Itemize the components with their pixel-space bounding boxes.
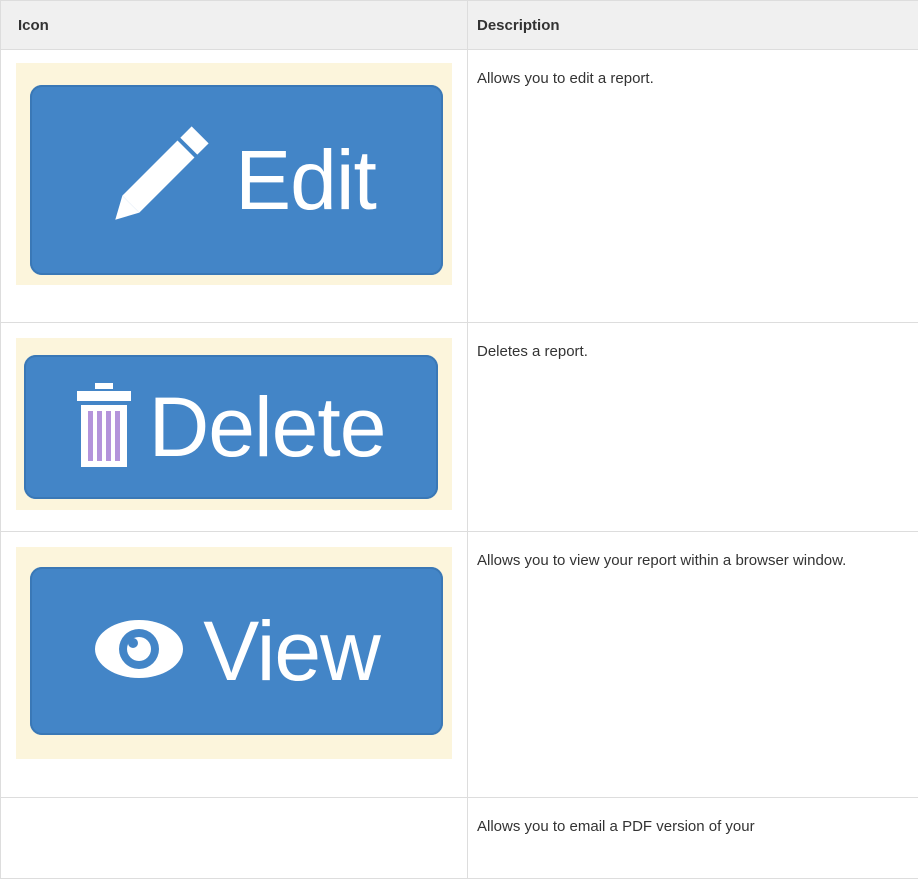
table-row: Allows you to email a PDF version of you… — [1, 798, 918, 879]
icon-image-frame: Delete — [16, 338, 452, 510]
eye-icon — [93, 618, 185, 685]
icon-cell: View — [1, 532, 468, 798]
delete-button-label: Delete — [149, 385, 386, 469]
description-cell: Allows you to email a PDF version of you… — [468, 798, 918, 879]
description-cell: Allows you to edit a report. — [468, 50, 918, 323]
description-cell: Deletes a report. — [468, 323, 918, 532]
icon-cell: Edit — [1, 50, 468, 323]
icon-description-table: Icon Description — [0, 0, 918, 879]
trash-icon — [77, 383, 131, 472]
icon-cell: Delete — [1, 323, 468, 532]
view-button-label: View — [203, 609, 380, 693]
delete-button: Delete — [24, 355, 438, 499]
icon-cell — [1, 798, 468, 879]
edit-button-label: Edit — [235, 138, 376, 222]
icon-image-frame: Edit — [16, 63, 452, 285]
icon-image-frame: View — [16, 547, 452, 759]
edit-button: Edit — [30, 85, 443, 275]
table-row: Delete Deletes a report. — [1, 323, 918, 532]
description-column-header: Description — [468, 1, 918, 50]
pencil-icon — [97, 113, 217, 248]
table-row: Edit Allows you to edit a report. — [1, 50, 918, 323]
table-header-row: Icon Description — [1, 1, 918, 50]
table-row: View Allows you to view your report with… — [1, 532, 918, 798]
description-cell: Allows you to view your report within a … — [468, 532, 918, 798]
view-button: View — [30, 567, 443, 735]
icon-column-header: Icon — [1, 1, 468, 50]
